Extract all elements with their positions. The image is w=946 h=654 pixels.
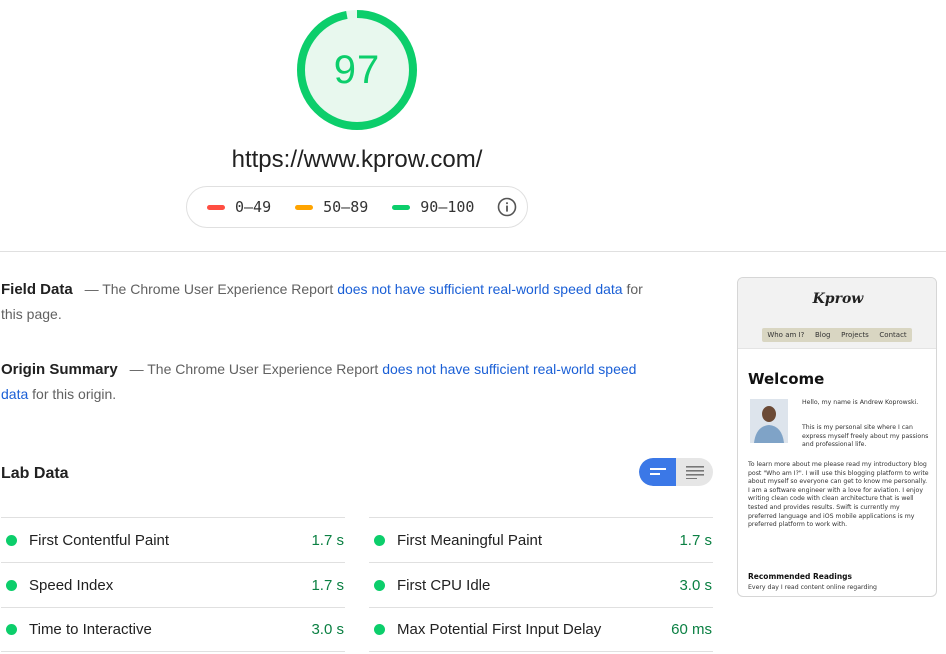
pass-indicator-icon <box>374 579 385 591</box>
metric-name: First Contentful Paint <box>29 531 170 549</box>
metric-name: Speed Index <box>29 576 114 594</box>
thumbnail-nav-item: Who am I? <box>767 331 805 339</box>
metric-first-cpu-idle: First CPU Idle 3.0 s <box>369 562 713 607</box>
pass-indicator-icon <box>6 534 17 546</box>
legend-swatch-average <box>295 204 314 210</box>
pass-indicator-icon <box>374 534 385 546</box>
metric-name: Max Potential First Input Delay <box>397 621 602 638</box>
metric-first-meaningful-paint: First Meaningful Paint 1.7 s <box>369 517 713 562</box>
thumbnail-rec-heading: Recommended Readings <box>748 572 852 581</box>
performance-score: 97 <box>333 47 381 92</box>
origin-summary-prefix: — The Chrome User Experience Report <box>129 361 379 377</box>
legend-item-fail: 0–49 <box>207 198 271 216</box>
page-screenshot-thumbnail: Kprow Who am I? Blog Projects Contact We… <box>737 277 937 597</box>
legend-range-average: 50–89 <box>323 198 369 216</box>
metric-time-to-interactive: Time to Interactive 3.0 s <box>1 607 345 652</box>
legend-range-pass: 90–100 <box>420 198 475 216</box>
pass-indicator-icon <box>374 624 385 635</box>
thumbnail-intro-2: This is my personal site where I can exp… <box>802 424 929 449</box>
metric-value: 1.7 s <box>679 531 712 549</box>
legend-item-pass: 90–100 <box>392 198 474 216</box>
performance-score-gauge: 97 <box>296 9 418 131</box>
metric-value: 3.0 s <box>679 576 712 594</box>
pass-indicator-icon <box>6 579 17 591</box>
thumbnail-rec-text: Every day I read content online regardin… <box>748 584 877 591</box>
legend-item-average: 50–89 <box>295 198 368 216</box>
metric-name: First CPU Idle <box>397 576 491 594</box>
profile-photo <box>750 399 788 443</box>
legend-swatch-fail <box>207 204 225 210</box>
site-logo: Kprow <box>812 291 864 307</box>
origin-summary-title: Origin Summary <box>1 361 118 378</box>
origin-summary-section: Origin Summary — The Chrome User Experie… <box>1 357 641 406</box>
pass-indicator-icon <box>6 624 17 635</box>
metric-value: 60 ms <box>671 621 712 638</box>
metric-value: 1.7 s <box>311 531 344 549</box>
thumbnail-nav: Who am I? Blog Projects Contact <box>762 328 912 342</box>
thumbnail-body-text: To learn more about me please read my in… <box>748 461 929 529</box>
thumbnail-heading: Welcome <box>748 370 825 388</box>
legend-range-fail: 0–49 <box>235 198 272 216</box>
metric-value: 1.7 s <box>311 576 344 594</box>
origin-summary-suffix: for this origin. <box>32 386 117 402</box>
field-data-section: Field Data — The Chrome User Experience … <box>1 277 661 326</box>
thumbnail-nav-item: Projects <box>841 331 869 339</box>
thumbnail-nav-item: Contact <box>879 331 907 339</box>
field-data-prefix: — The Chrome User Experience Report <box>84 281 334 297</box>
field-data-link[interactable]: does not have sufficient real-world spee… <box>337 281 622 297</box>
lab-data-title: Lab Data <box>1 465 69 482</box>
legend-swatch-pass <box>392 204 411 210</box>
header-divider <box>0 251 946 252</box>
thumbnail-header: Kprow Who am I? Blog Projects Contact <box>738 278 936 349</box>
metrics-view-toggle[interactable] <box>639 458 713 486</box>
thumbnail-nav-item: Blog <box>814 331 831 339</box>
metric-name: First Meaningful Paint <box>397 531 543 549</box>
metric-max-potential-fid: Max Potential First Input Delay 60 ms <box>369 607 713 652</box>
metric-value: 3.0 s <box>311 621 344 638</box>
metric-first-contentful-paint: First Contentful Paint 1.7 s <box>1 517 345 562</box>
list-view-icon[interactable] <box>639 458 676 486</box>
metric-name: Time to Interactive <box>29 621 152 638</box>
field-data-title: Field Data <box>1 281 73 298</box>
tested-url: https://www.kprow.com/ <box>231 146 483 173</box>
info-icon[interactable] <box>497 197 517 217</box>
score-legend: 0–49 50–89 90–100 <box>186 186 528 228</box>
text-view-icon[interactable] <box>676 458 713 486</box>
metric-speed-index: Speed Index 1.7 s <box>1 562 345 607</box>
thumbnail-intro-1: Hello, my name is Andrew Koprowski. <box>802 399 919 406</box>
